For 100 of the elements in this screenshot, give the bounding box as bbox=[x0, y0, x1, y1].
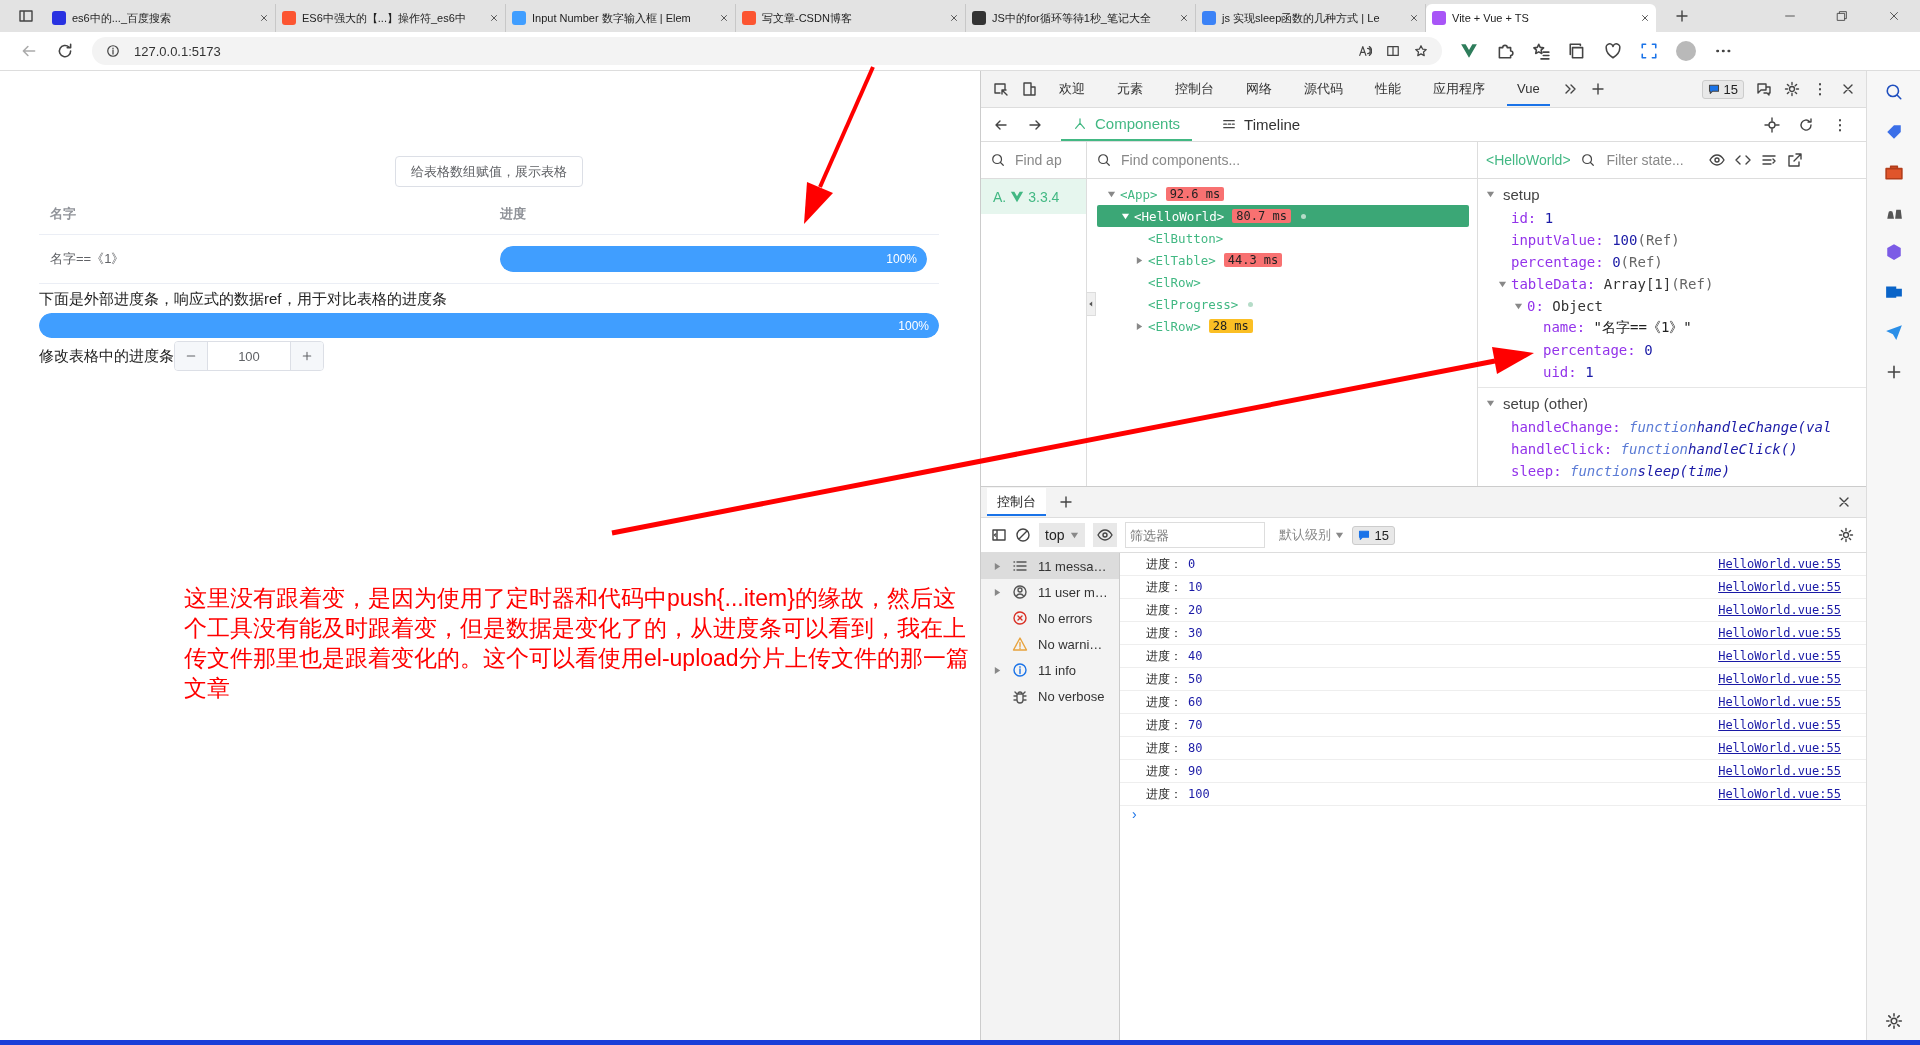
source-link[interactable]: HelloWorld.vue:55 bbox=[1718, 787, 1841, 801]
filter-field[interactable]: 筛选器 bbox=[1125, 522, 1266, 548]
toolbox-icon[interactable] bbox=[1885, 163, 1903, 181]
info-icon[interactable] bbox=[106, 44, 120, 58]
devtools-tab[interactable]: 欢迎 bbox=[1049, 72, 1095, 106]
close-icon[interactable] bbox=[1887, 9, 1901, 23]
v-logo-icon[interactable] bbox=[1460, 42, 1478, 60]
eye-icon[interactable] bbox=[1093, 523, 1118, 547]
clear-console-icon[interactable] bbox=[1015, 527, 1031, 543]
source-link[interactable]: HelloWorld.vue:55 bbox=[1718, 672, 1841, 686]
sidebar-toggle-icon[interactable] bbox=[991, 527, 1007, 543]
number-input[interactable]: 100 bbox=[174, 341, 324, 371]
console-tab[interactable]: 控制台 bbox=[987, 488, 1046, 516]
address-field[interactable]: 127.0.0.1:5173 bbox=[92, 37, 1442, 65]
source-link[interactable]: HelloWorld.vue:55 bbox=[1718, 557, 1841, 571]
tab-actions-icon[interactable] bbox=[18, 8, 34, 24]
issues-badge[interactable]: 15 bbox=[1352, 525, 1395, 545]
extensions-icon[interactable] bbox=[1496, 42, 1514, 60]
restore-icon[interactable] bbox=[1835, 9, 1849, 23]
source-link[interactable]: HelloWorld.vue:55 bbox=[1718, 603, 1841, 617]
section-header[interactable]: setup bbox=[1478, 181, 1866, 207]
source-link[interactable]: HelloWorld.vue:55 bbox=[1718, 741, 1841, 755]
devtools-tab[interactable]: 应用程序 bbox=[1423, 72, 1495, 106]
close-icon[interactable] bbox=[949, 13, 959, 23]
screenshot-icon[interactable] bbox=[1640, 42, 1658, 60]
device-icon[interactable] bbox=[1021, 81, 1037, 97]
app-search-field[interactable]: Find ap bbox=[981, 142, 1086, 179]
filter-state-field[interactable]: Filter state... bbox=[1604, 151, 1699, 169]
context-dropdown[interactable]: top bbox=[1039, 523, 1086, 547]
issues-badge[interactable]: 15 bbox=[1701, 79, 1744, 99]
reload-icon[interactable] bbox=[56, 42, 74, 60]
source-link[interactable]: HelloWorld.vue:55 bbox=[1718, 626, 1841, 640]
settings-icon[interactable] bbox=[1838, 527, 1854, 543]
console-sidebar-item[interactable]: 11 info bbox=[981, 657, 1119, 683]
paper-plane-icon[interactable] bbox=[1885, 323, 1903, 341]
devtools-tab[interactable]: 控制台 bbox=[1165, 72, 1224, 106]
expand-triangle-icon[interactable] bbox=[1121, 211, 1130, 221]
number-field[interactable]: 100 bbox=[207, 342, 291, 370]
console-sidebar-item[interactable]: No warni… bbox=[981, 631, 1119, 657]
tree-node[interactable]: <App> 92.6 ms bbox=[1097, 183, 1469, 205]
favorite-star-icon[interactable] bbox=[1414, 44, 1428, 58]
close-icon[interactable] bbox=[489, 13, 499, 23]
devtools-tab[interactable]: 网络 bbox=[1236, 72, 1282, 106]
tree-node[interactable]: <ElRow> 28 ms bbox=[1097, 315, 1469, 337]
collections-icon[interactable] bbox=[1568, 42, 1586, 60]
source-link[interactable]: HelloWorld.vue:55 bbox=[1718, 580, 1841, 594]
console-sidebar-item[interactable]: No verbose bbox=[981, 683, 1119, 709]
tree-node[interactable]: <ElTable> 44.3 ms bbox=[1097, 249, 1469, 271]
component-search-field[interactable]: Find components... bbox=[1087, 142, 1477, 179]
expand-triangle-icon[interactable] bbox=[1498, 279, 1507, 289]
devtools-tab[interactable]: 源代码 bbox=[1294, 72, 1353, 106]
expand-triangle-icon[interactable] bbox=[1514, 301, 1523, 311]
expand-triangle-icon[interactable] bbox=[1107, 189, 1116, 199]
close-icon[interactable] bbox=[719, 13, 729, 23]
tag-icon[interactable] bbox=[1885, 123, 1903, 141]
console-prompt[interactable]: › bbox=[1120, 806, 1142, 822]
new-tab-icon[interactable] bbox=[1674, 8, 1690, 24]
console-sidebar-item[interactable]: No errors bbox=[981, 605, 1119, 631]
browser-tab[interactable]: Vite + Vue + TS bbox=[1426, 4, 1656, 32]
add-icon[interactable] bbox=[1885, 363, 1903, 381]
add-icon[interactable] bbox=[1058, 494, 1074, 510]
open-external-icon[interactable] bbox=[1786, 152, 1803, 168]
devtools-tab[interactable]: 元素 bbox=[1107, 72, 1153, 106]
split-screen-icon[interactable] bbox=[1386, 44, 1400, 58]
favorites-icon[interactable] bbox=[1532, 42, 1550, 60]
hexagon-icon[interactable] bbox=[1885, 243, 1903, 261]
close-icon[interactable] bbox=[1640, 13, 1650, 23]
add-icon[interactable] bbox=[1589, 81, 1606, 97]
search-input[interactable]: Find components... bbox=[1119, 151, 1467, 169]
reload-icon[interactable] bbox=[1798, 116, 1814, 133]
source-link[interactable]: HelloWorld.vue:55 bbox=[1718, 764, 1841, 778]
tree-node[interactable]: <HelloWorld> 80.7 ms bbox=[1097, 205, 1469, 227]
inspector-tab[interactable]: Timeline bbox=[1210, 108, 1313, 141]
source-link[interactable]: HelloWorld.vue:55 bbox=[1718, 695, 1841, 709]
assign-table-button[interactable]: 给表格数组赋值，展示表格 bbox=[395, 156, 583, 187]
eye-icon[interactable] bbox=[1708, 152, 1725, 168]
settings-icon[interactable] bbox=[1784, 81, 1800, 97]
console-sidebar-item[interactable]: 11 user m… bbox=[981, 579, 1119, 605]
settings-icon[interactable] bbox=[1885, 1012, 1903, 1030]
connect-icon[interactable] bbox=[1756, 81, 1772, 97]
source-link[interactable]: HelloWorld.vue:55 bbox=[1718, 718, 1841, 732]
console-sidebar-item[interactable]: 11 messa… bbox=[981, 553, 1119, 579]
search-icon[interactable] bbox=[1885, 83, 1903, 101]
close-icon[interactable] bbox=[259, 13, 269, 23]
source-link[interactable]: HelloWorld.vue:55 bbox=[1718, 649, 1841, 663]
expand-triangle-icon[interactable] bbox=[1135, 321, 1144, 331]
inspect-icon[interactable] bbox=[993, 81, 1009, 97]
heart-icon[interactable] bbox=[1604, 42, 1622, 60]
expand-triangle-icon[interactable] bbox=[1135, 255, 1144, 265]
devtools-tab[interactable]: Vue bbox=[1507, 72, 1550, 106]
close-icon[interactable] bbox=[1179, 13, 1189, 23]
collapse-handle[interactable] bbox=[1086, 292, 1096, 316]
read-aloud-icon[interactable] bbox=[1358, 44, 1372, 58]
devtools-tab[interactable]: 性能 bbox=[1365, 72, 1411, 106]
search-input[interactable]: Find ap bbox=[1013, 151, 1076, 169]
target-icon[interactable] bbox=[1764, 116, 1780, 133]
wrap-icon[interactable] bbox=[1760, 152, 1777, 168]
log-level-dropdown[interactable]: 默认级别 bbox=[1279, 526, 1345, 544]
section-header[interactable]: setup (other) bbox=[1478, 390, 1866, 416]
close-icon[interactable] bbox=[1409, 13, 1419, 23]
